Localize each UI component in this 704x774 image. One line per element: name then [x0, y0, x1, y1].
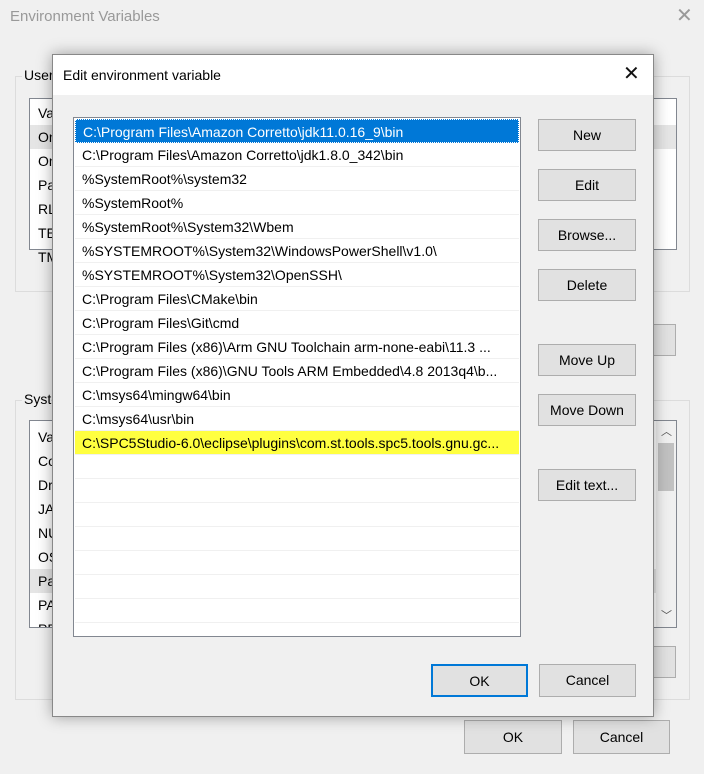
path-entry[interactable]: C:\msys64\mingw64\bin [75, 383, 519, 407]
path-entry[interactable]: %SystemRoot% [75, 191, 519, 215]
delete-button[interactable]: Delete [538, 269, 636, 301]
scroll-up-icon[interactable]: ︿ [661, 423, 672, 439]
empty-row[interactable] [75, 623, 519, 636]
outer-ok-button[interactable]: OK [464, 720, 562, 754]
empty-row[interactable] [75, 479, 519, 503]
path-entry[interactable]: %SYSTEMROOT%\System32\OpenSSH\ [75, 263, 519, 287]
empty-row[interactable] [75, 575, 519, 599]
scrollbar-thumb[interactable] [658, 443, 674, 491]
path-entry[interactable]: %SystemRoot%\system32 [75, 167, 519, 191]
path-entry[interactable]: C:\Program Files\Git\cmd [75, 311, 519, 335]
edit-text-button[interactable]: Edit text... [538, 469, 636, 501]
path-entries-list[interactable]: C:\Program Files\Amazon Corretto\jdk11.0… [73, 117, 521, 637]
move-down-button[interactable]: Move Down [538, 394, 636, 426]
user-variables-label: User [22, 67, 56, 83]
empty-row[interactable] [75, 503, 519, 527]
path-entry[interactable]: %SYSTEMROOT%\System32\WindowsPowerShell\… [75, 239, 519, 263]
path-entry[interactable]: C:\Program Files\Amazon Corretto\jdk11.0… [75, 119, 519, 143]
dialog-close-icon[interactable]: ✕ [623, 64, 640, 84]
move-up-button[interactable]: Move Up [538, 344, 636, 376]
edit-environment-variable-dialog: Edit environment variable ✕ C:\Program F… [52, 54, 654, 717]
window-title: Environment Variables [10, 8, 160, 25]
empty-row[interactable] [75, 551, 519, 575]
outer-close-icon[interactable]: ✕ [676, 6, 693, 26]
path-entry[interactable]: C:\Program Files\Amazon Corretto\jdk1.8.… [75, 143, 519, 167]
dialog-title-bar: Edit environment variable ✕ [53, 55, 653, 95]
edit-button[interactable]: Edit [538, 169, 636, 201]
outer-cancel-button[interactable]: Cancel [573, 720, 670, 754]
path-entry[interactable]: C:\Program Files (x86)\Arm GNU Toolchain… [75, 335, 519, 359]
path-entry[interactable]: %SystemRoot%\System32\Wbem [75, 215, 519, 239]
empty-row[interactable] [75, 455, 519, 479]
path-entry[interactable]: C:\Program Files (x86)\GNU Tools ARM Emb… [75, 359, 519, 383]
browse-button[interactable]: Browse... [538, 219, 636, 251]
new-button[interactable]: New [538, 119, 636, 151]
empty-row[interactable] [75, 527, 519, 551]
path-entry[interactable]: C:\SPC5Studio-6.0\eclipse\plugins\com.st… [75, 431, 519, 455]
path-entry[interactable]: C:\Program Files\CMake\bin [75, 287, 519, 311]
empty-row[interactable] [75, 599, 519, 623]
path-entry[interactable]: C:\msys64\usr\bin [75, 407, 519, 431]
ok-button[interactable]: OK [431, 664, 528, 697]
cancel-button[interactable]: Cancel [539, 664, 636, 697]
system-list-scrollbar[interactable]: ︿ ﹀ [656, 421, 676, 627]
scroll-down-icon[interactable]: ﹀ [661, 607, 672, 623]
dialog-title: Edit environment variable [63, 67, 221, 83]
